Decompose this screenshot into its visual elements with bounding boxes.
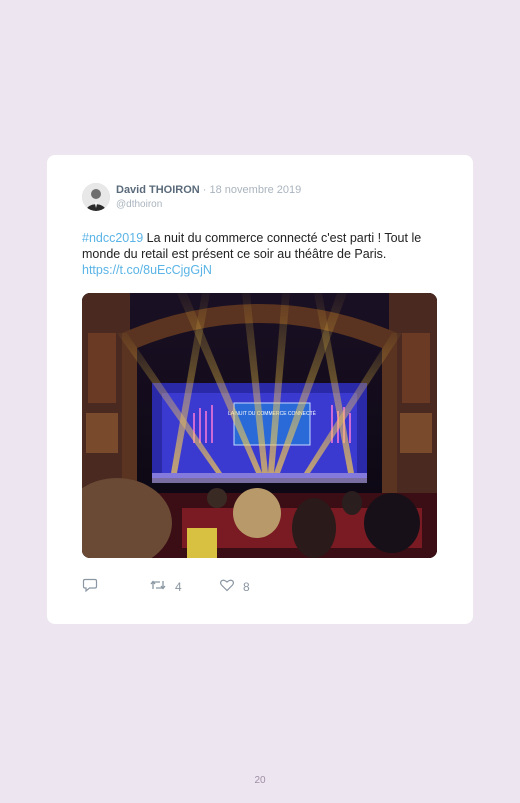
like-count: 8 [243,580,250,594]
retweet-arrows-icon [149,577,167,598]
tweet-text: #ndcc2019 La nuit du commerce connecté c… [82,230,442,278]
like-button[interactable]: 8 [219,578,250,596]
tweet-header: David THOIRON · 18 novembre 2019 @dthoir… [82,183,442,213]
heart-icon [219,577,235,598]
speech-bubble-icon [82,577,98,598]
author-handle[interactable]: @dthoiron [116,199,162,210]
author-name[interactable]: David THOIRON [116,184,200,196]
hashtag-link[interactable]: #ndcc2019 [82,231,143,245]
page-number: 20 [254,775,266,786]
date-separator: · [199,184,210,196]
reply-button[interactable] [82,578,98,596]
tweet-actions: 4 8 [82,578,442,596]
photo-screen-text: LA NUIT DU COMMERCE CONNECTÉ [228,410,317,417]
author-avatar[interactable] [82,183,110,211]
name-line: David THOIRON · 18 novembre 2019 [116,184,301,196]
tweet-card: David THOIRON · 18 novembre 2019 @dthoir… [47,155,473,624]
retweet-button[interactable]: 4 [149,578,182,596]
tweet-date[interactable]: 18 novembre 2019 [210,184,302,196]
tweet-url-link[interactable]: https://t.co/8uEcCjgGjN [82,263,212,277]
tweet-photo[interactable]: LA NUIT DU COMMERCE CONNECTÉ [82,293,437,558]
retweet-count: 4 [175,580,182,594]
